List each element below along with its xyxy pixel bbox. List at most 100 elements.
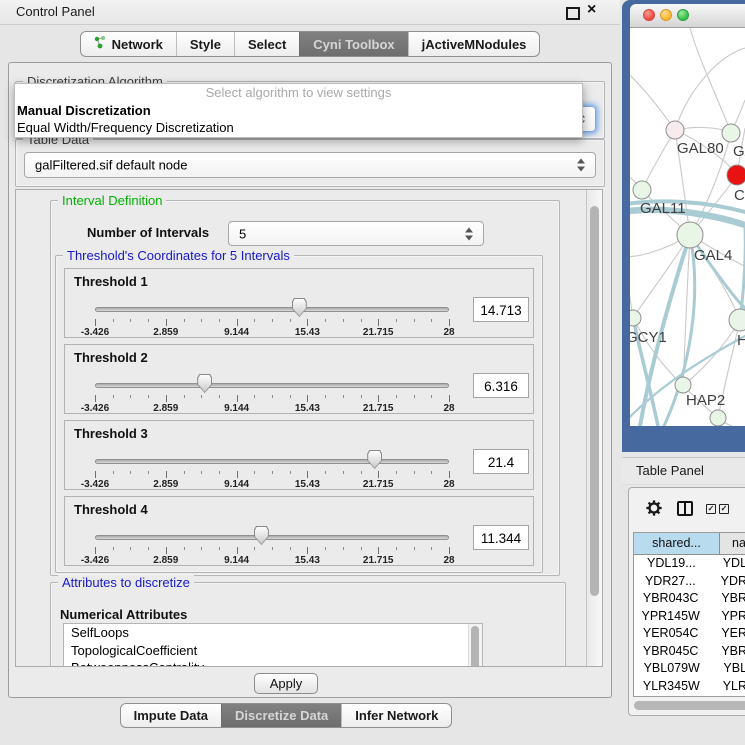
network-edge[interactable] — [690, 28, 731, 133]
tab-jactivemnodules[interactable]: jActiveMNodules — [408, 32, 540, 56]
checked-box-icon[interactable]: ✓ — [719, 504, 729, 514]
cell-shared-name: YDR27... — [634, 573, 707, 591]
slider-track[interactable] — [95, 383, 449, 388]
network-node-GAL11[interactable] — [633, 181, 651, 199]
attribute-list-item[interactable]: BetweennessCentrality — [64, 659, 482, 666]
network-node-label: GAL4 — [694, 247, 732, 264]
tick-mark — [219, 395, 220, 398]
threshold-value-field[interactable]: 14.713 — [473, 297, 529, 322]
table-row[interactable]: YBR043CYBR0 — [634, 590, 745, 608]
threshold-label: Threshold 3 — [74, 426, 148, 441]
column-header-shared-name[interactable]: shared... — [634, 533, 720, 554]
threshold-value-field[interactable]: 6.316 — [473, 373, 529, 398]
node-attribute-table: shared... na YDL19...YDL1YDR27...YDR2YBR… — [633, 532, 745, 697]
network-node-C[interactable] — [727, 165, 745, 185]
tab-network[interactable]: Network — [81, 32, 176, 56]
cell-shared-name: YBR045C — [634, 643, 707, 661]
spinner-stepper-icon[interactable] — [465, 227, 474, 240]
tick-mark — [130, 395, 131, 398]
close-traffic-light-icon[interactable] — [643, 9, 655, 21]
close-icon[interactable]: × — [587, 1, 596, 19]
network-edge[interactable] — [642, 130, 675, 190]
network-node-H[interactable] — [729, 309, 745, 331]
threshold-value-field[interactable]: 21.4 — [473, 449, 529, 474]
tab-impute-data[interactable]: Impute Data — [121, 704, 221, 727]
list-scrollbar-thumb[interactable] — [471, 626, 479, 666]
tab-infer-network[interactable]: Infer Network — [341, 704, 451, 727]
slider-thumb[interactable] — [292, 298, 307, 317]
network-edge[interactable] — [633, 235, 690, 318]
slider-thumb[interactable] — [254, 526, 269, 545]
float-window-icon[interactable] — [566, 7, 580, 20]
table-horizontal-scrollbar-thumb[interactable] — [634, 701, 745, 710]
tab-style[interactable]: Style — [176, 32, 234, 56]
network-node-HAP2[interactable] — [675, 377, 691, 393]
tick-mark — [378, 547, 379, 554]
number-of-intervals-spinner[interactable]: 5 — [228, 221, 484, 246]
network-window-titlebar[interactable] — [630, 4, 745, 28]
tick-mark — [95, 319, 96, 326]
tab-label: Select — [248, 37, 286, 52]
split-columns-icon[interactable] — [677, 501, 693, 516]
network-canvas[interactable]: GAL80GACGAL11GAL4GCY1HHAP2 — [630, 28, 745, 426]
tick-mark — [113, 395, 114, 398]
interval-definition-group: Interval Definition Number of Intervals … — [50, 200, 560, 576]
numerical-attributes-list[interactable]: SelfLoopsTopologicalCoefficientBetweenne… — [63, 623, 483, 666]
tick-mark — [414, 471, 415, 474]
network-node-GAL4[interactable] — [677, 222, 703, 248]
tick-mark — [130, 319, 131, 322]
table-row[interactable]: YDL19...YDL1 — [634, 555, 745, 573]
minimize-traffic-light-icon[interactable] — [660, 9, 672, 21]
settings-scrollbar[interactable] — [586, 190, 602, 666]
gear-icon[interactable] — [645, 499, 663, 517]
table-panel: ✓ ✓ shared... na YDL19...YDL1YDR27...YDR… — [628, 487, 745, 716]
tab-select[interactable]: Select — [234, 32, 299, 56]
column-header-name[interactable]: na — [720, 533, 745, 554]
dropdown-option-equal-width-frequency[interactable]: Equal Width/Frequency Discretization — [15, 119, 582, 136]
slider-thumb[interactable] — [197, 374, 212, 393]
table-row[interactable]: YLR345WYLR3 — [634, 678, 745, 696]
list-scrollbar[interactable] — [468, 624, 482, 666]
network-node-GCY1[interactable] — [630, 310, 641, 326]
cell-name: YPR1 — [707, 608, 745, 626]
network-node-unlabeled[interactable] — [710, 410, 726, 426]
table-row[interactable]: YPR145WYPR1 — [634, 608, 745, 626]
dropdown-placeholder-item[interactable]: Select algorithm to view settings — [15, 84, 582, 102]
table-row[interactable]: YDR27...YDR2 — [634, 573, 745, 591]
zoom-traffic-light-icon[interactable] — [677, 9, 689, 21]
network-node-label: GAL80 — [677, 140, 724, 157]
tick-mark — [290, 547, 291, 550]
dropdown-option-manual-discretization[interactable]: Manual Discretization — [15, 102, 582, 119]
tick-mark — [449, 547, 450, 554]
tab-discretize-data[interactable]: Discretize Data — [221, 704, 341, 727]
network-edge[interactable] — [675, 48, 745, 130]
table-row[interactable]: YIL052CYIL0 — [634, 695, 745, 697]
tick-mark — [95, 395, 96, 402]
network-edge[interactable] — [630, 70, 675, 130]
table-row[interactable]: YBR045CYBR0 — [634, 643, 745, 661]
checked-box-icon[interactable]: ✓ — [706, 504, 716, 514]
slider-track[interactable] — [95, 459, 449, 464]
table-row[interactable]: YER054CYER0 — [634, 625, 745, 643]
attribute-list-item[interactable]: TopologicalCoefficient — [64, 642, 482, 660]
tick-label: 28 — [443, 327, 454, 338]
threshold-value-field[interactable]: 11.344 — [473, 525, 529, 550]
slider-track[interactable] — [95, 307, 449, 312]
table-data-combobox[interactable]: galFiltered.sif default node — [24, 152, 596, 178]
thresholds-group: Threshold's Coordinates for 5 Intervals … — [55, 255, 543, 573]
network-edge-thick[interactable] — [690, 235, 745, 308]
attribute-list-item[interactable]: SelfLoops — [64, 624, 482, 642]
apply-button[interactable]: Apply — [254, 673, 318, 694]
table-horizontal-scrollbar[interactable] — [633, 700, 745, 711]
table-row[interactable]: YBL079WYBL0 — [634, 660, 745, 678]
control-panel-titlebar: Control Panel × — [0, 0, 620, 25]
slider-thumb[interactable] — [367, 450, 382, 469]
tab-cyni-toolbox[interactable]: Cyni Toolbox — [299, 32, 407, 56]
network-node-GA[interactable] — [722, 124, 740, 142]
slider-track[interactable] — [95, 535, 449, 540]
slider-thumb-face — [255, 527, 268, 544]
settings-scrollbar-thumb[interactable] — [590, 206, 599, 596]
combo-stepper-icon[interactable] — [577, 159, 586, 172]
network-node-GAL80[interactable] — [666, 121, 684, 139]
tick-label: 9.144 — [224, 555, 249, 566]
